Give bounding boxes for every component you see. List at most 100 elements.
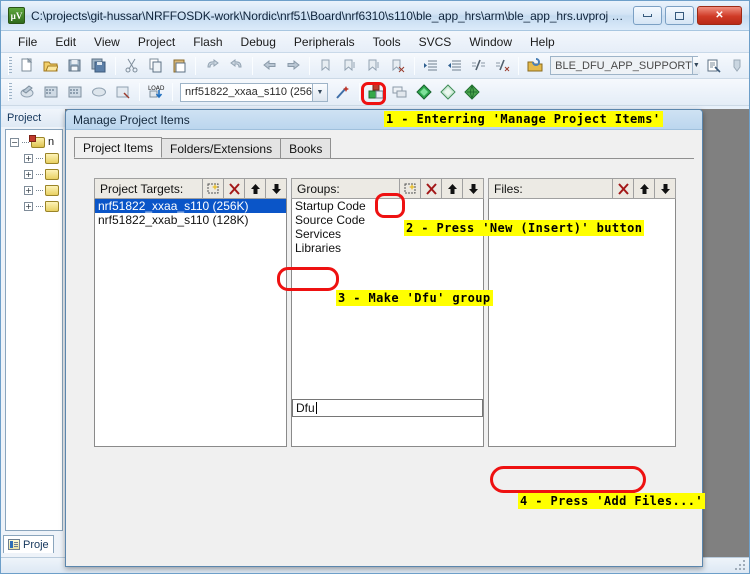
batch-build-icon[interactable] bbox=[702, 55, 724, 76]
menu-item-svcs[interactable]: SVCS bbox=[410, 33, 461, 51]
list-item[interactable]: nrf51822_xxaa_s110 (256K) bbox=[95, 199, 286, 213]
menu-item-project[interactable]: Project bbox=[129, 33, 184, 51]
project-tree[interactable]: − n + + + + bbox=[5, 129, 63, 531]
list-item[interactable]: Startup Code bbox=[292, 199, 483, 213]
tab-folders-extensions[interactable]: Folders/Extensions bbox=[161, 138, 282, 158]
new-target-button[interactable] bbox=[202, 179, 223, 198]
tree-node-label: n bbox=[48, 136, 55, 148]
toolbar-separator bbox=[172, 83, 173, 101]
target-options-icon[interactable] bbox=[524, 55, 546, 76]
move-group-up-button[interactable] bbox=[441, 179, 462, 198]
project-targets-list[interactable]: nrf51822_xxaa_s110 (256K) nrf51822_xxab_… bbox=[94, 199, 287, 447]
download-icon[interactable]: LOAD bbox=[145, 82, 167, 103]
resize-grip[interactable] bbox=[734, 559, 747, 572]
stop-build-icon[interactable] bbox=[88, 82, 110, 103]
cut-icon[interactable] bbox=[121, 55, 143, 76]
uncomment-icon[interactable] bbox=[491, 55, 513, 76]
bookmark-clear-icon[interactable] bbox=[387, 55, 409, 76]
tab-project-label: Proje bbox=[23, 538, 49, 551]
project-pane: Project − n + + + + Proje bbox=[1, 109, 65, 557]
toolbar-grip[interactable] bbox=[8, 56, 12, 75]
bookmark-prev-icon[interactable] bbox=[339, 55, 361, 76]
menu-item-peripherals[interactable]: Peripherals bbox=[285, 33, 364, 51]
manage-project-items-icon[interactable] bbox=[365, 82, 387, 103]
config-wizard-green-icon[interactable] bbox=[413, 82, 435, 103]
expand-icon[interactable]: + bbox=[24, 153, 33, 163]
move-file-up-button[interactable] bbox=[633, 179, 654, 198]
indent-icon[interactable] bbox=[420, 55, 442, 76]
move-file-down-button[interactable] bbox=[654, 179, 675, 198]
tree-node-group[interactable]: + bbox=[10, 182, 62, 198]
move-target-up-button[interactable] bbox=[244, 179, 265, 198]
move-group-down-button[interactable] bbox=[462, 179, 483, 198]
expand-icon[interactable]: + bbox=[24, 169, 33, 179]
bookmark-toggle-icon[interactable] bbox=[315, 55, 337, 76]
window-title-text: C:\projects\git-hussar\NRFFOSDK-work\Nor… bbox=[31, 8, 629, 23]
new-group-button[interactable] bbox=[399, 179, 420, 198]
project-targets-panel: Project Targets: nrf51822_xxaa_s110 (256… bbox=[94, 178, 287, 447]
expand-icon[interactable]: + bbox=[24, 201, 33, 211]
manage-multi-project-icon[interactable] bbox=[389, 82, 411, 103]
menu-item-tools[interactable]: Tools bbox=[364, 33, 410, 51]
outdent-icon[interactable] bbox=[443, 55, 465, 76]
copy-icon[interactable] bbox=[145, 55, 167, 76]
chevron-down-icon[interactable]: ▼ bbox=[312, 83, 327, 101]
delete-group-button[interactable] bbox=[420, 179, 441, 198]
list-item[interactable]: nrf51822_xxab_s110 (128K) bbox=[95, 213, 286, 227]
translate-icon[interactable] bbox=[112, 82, 134, 103]
tree-node-group[interactable]: + bbox=[10, 198, 62, 214]
menu-item-debug[interactable]: Debug bbox=[232, 33, 285, 51]
menu-item-window[interactable]: Window bbox=[460, 33, 521, 51]
new-group-name-input[interactable]: Dfu bbox=[292, 399, 483, 417]
tab-books[interactable]: Books bbox=[280, 138, 332, 158]
menu-item-file[interactable]: File bbox=[9, 33, 46, 51]
menu-item-flash[interactable]: Flash bbox=[184, 33, 231, 51]
comment-icon[interactable] bbox=[467, 55, 489, 76]
move-target-down-button[interactable] bbox=[265, 179, 286, 198]
maximize-button[interactable] bbox=[665, 6, 694, 25]
project-target-combo[interactable]: nrf51822_xxaa_s110 (256 ▼ bbox=[180, 82, 328, 102]
tree-node-group[interactable]: + bbox=[10, 150, 62, 166]
close-button[interactable]: ✕ bbox=[697, 6, 742, 25]
project-pane-tabs: Proje bbox=[3, 533, 63, 553]
save-all-icon[interactable] bbox=[88, 55, 110, 76]
files-list[interactable] bbox=[488, 199, 676, 447]
tab-project[interactable]: Proje bbox=[3, 535, 54, 553]
menu-item-help[interactable]: Help bbox=[521, 33, 564, 51]
list-item[interactable]: Libraries bbox=[292, 241, 483, 255]
magic-wand-icon[interactable] bbox=[332, 82, 354, 103]
tab-project-items[interactable]: Project Items bbox=[74, 137, 163, 158]
bookmark-next-icon[interactable] bbox=[363, 55, 385, 76]
config-wizard-light-icon[interactable] bbox=[437, 82, 459, 103]
minimize-button[interactable] bbox=[633, 6, 662, 25]
tree-node-root[interactable]: − n bbox=[10, 134, 62, 150]
menu-item-view[interactable]: View bbox=[85, 33, 129, 51]
tree-node-group[interactable]: + bbox=[10, 166, 62, 182]
redo-icon[interactable] bbox=[225, 55, 247, 76]
paste-icon[interactable] bbox=[168, 55, 190, 76]
target-select-combo[interactable]: BLE_DFU_APP_SUPPORT ▼ bbox=[550, 56, 700, 75]
folder-icon bbox=[45, 200, 59, 212]
forward-icon[interactable] bbox=[282, 55, 304, 76]
expand-icon[interactable]: + bbox=[24, 185, 33, 195]
collapse-icon[interactable]: − bbox=[10, 137, 19, 147]
delete-target-button[interactable] bbox=[223, 179, 244, 198]
rebuild-icon[interactable] bbox=[40, 82, 62, 103]
build-all-icon[interactable] bbox=[64, 82, 86, 103]
project-target-value: nrf51822_xxaa_s110 (256 bbox=[185, 86, 313, 98]
delete-file-button[interactable] bbox=[612, 179, 633, 198]
menu-item-edit[interactable]: Edit bbox=[46, 33, 85, 51]
config-wizard-globe-icon[interactable] bbox=[461, 82, 483, 103]
toolbar-grip[interactable] bbox=[8, 83, 12, 101]
undo-icon[interactable] bbox=[201, 55, 223, 76]
configure-icon[interactable] bbox=[726, 55, 748, 76]
toolbar-separator bbox=[308, 56, 310, 75]
new-group-name-value: Dfu bbox=[296, 401, 315, 415]
new-file-icon[interactable] bbox=[16, 55, 38, 76]
open-file-icon[interactable] bbox=[40, 55, 62, 76]
main-toolbar: BLE_DFU_APP_SUPPORT ▼ bbox=[1, 53, 749, 79]
build-icon[interactable] bbox=[16, 82, 38, 103]
back-icon[interactable] bbox=[258, 55, 280, 76]
save-icon[interactable] bbox=[64, 55, 86, 76]
chevron-down-icon[interactable]: ▼ bbox=[691, 57, 700, 74]
